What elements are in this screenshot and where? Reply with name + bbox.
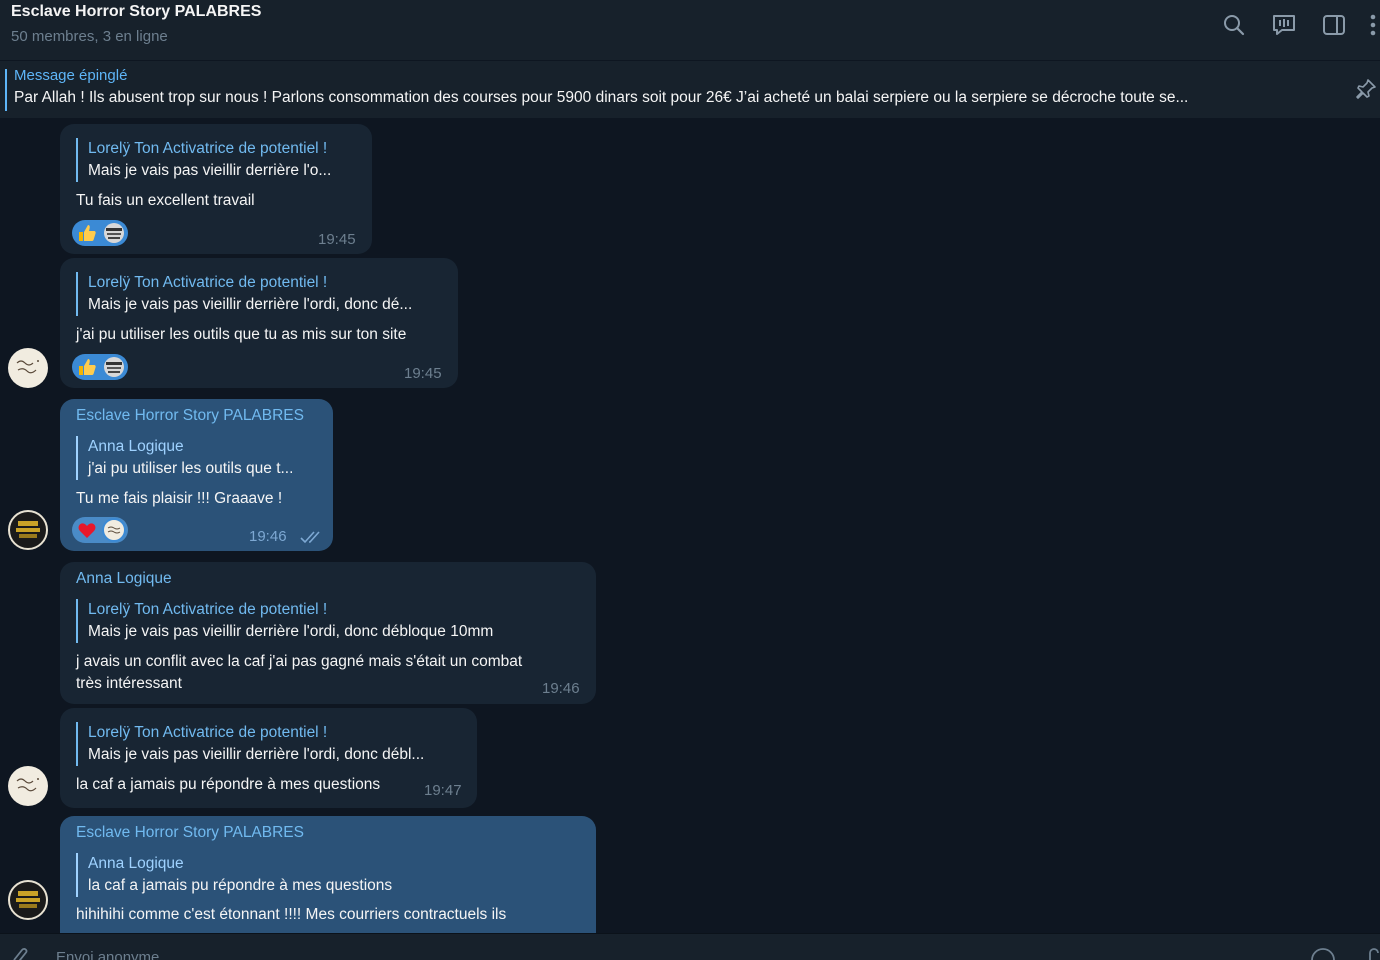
reactor-avatar [102, 518, 126, 542]
pinned-message-bar[interactable]: Message épinglé Par Allah ! Ils abusent … [0, 60, 1380, 118]
message-composer[interactable]: Envoi anonyme... [0, 933, 1380, 960]
message-time: 19:46 [542, 680, 580, 697]
message-input[interactable]: Envoi anonyme... [56, 949, 172, 960]
sender-name[interactable]: Esclave Horror Story PALABRES [76, 407, 304, 425]
reaction-chip[interactable] [72, 220, 128, 246]
avatar-image [16, 891, 40, 908]
reply-author: Lorelÿ Ton Activatrice de potentiel ! [88, 140, 328, 157]
message-text: hihihihi comme c'est étonnant !!!! Mes c… [76, 906, 507, 923]
live-chat-icon[interactable] [1271, 12, 1297, 38]
reply-quote[interactable]: Anna Logique j'ai pu utiliser les outils… [76, 436, 293, 480]
message-list[interactable]: Lorelÿ Ton Activatrice de potentiel ! Ma… [0, 118, 1380, 933]
message-time: 19:46 [249, 528, 287, 545]
reply-text: Mais je vais pas vieillir derrière l'o..… [88, 162, 332, 179]
reply-quote[interactable]: Lorelÿ Ton Activatrice de potentiel ! Ma… [76, 138, 331, 182]
message-bubble[interactable]: Anna Logique Lorelÿ Ton Activatrice de p… [60, 562, 596, 704]
reply-text: Mais je vais pas vieillir derrière l'ord… [88, 296, 413, 313]
reply-text: j'ai pu utiliser les outils que t... [88, 460, 294, 477]
avatar-anna-logique[interactable] [8, 348, 48, 388]
chat-title[interactable]: Esclave Horror Story PALABRES [11, 3, 261, 21]
reply-author: Lorelÿ Ton Activatrice de potentiel ! [88, 274, 328, 291]
member-count: 50 membres, 3 en ligne [11, 28, 168, 45]
reply-quote[interactable]: Lorelÿ Ton Activatrice de potentiel ! Ma… [76, 722, 424, 766]
pinned-text: Par Allah ! Ils abusent trop sur nous ! … [14, 89, 1189, 106]
reply-quote[interactable]: Anna Logique la caf a jamais pu répondre… [76, 853, 392, 897]
message-bubble-outgoing[interactable]: Esclave Horror Story PALABRES Anna Logiq… [60, 399, 333, 551]
reactor-avatar [102, 355, 126, 379]
heart-icon [78, 523, 96, 538]
reply-text: la caf a jamais pu répondre à mes questi… [88, 877, 393, 894]
reply-author: Lorelÿ Ton Activatrice de potentiel ! [88, 724, 328, 741]
reactor-avatar [102, 221, 126, 245]
message-text-line: j avais un conflit avec la caf j'ai pas … [76, 653, 523, 670]
message-bubble[interactable]: Lorelÿ Ton Activatrice de potentiel ! Ma… [60, 708, 477, 808]
message-time: 19:47 [424, 782, 462, 799]
pinned-label: Message épinglé [14, 67, 128, 84]
sender-name[interactable]: Anna Logique [76, 570, 172, 588]
reaction-chip[interactable] [72, 354, 128, 380]
reply-author: Lorelÿ Ton Activatrice de potentiel ! [88, 601, 328, 618]
attach-icon[interactable] [8, 946, 32, 960]
avatar-image [16, 778, 39, 792]
pinned-accent-bar [5, 69, 7, 111]
message-text: Tu fais un excellent travail [76, 192, 255, 209]
reply-author: Anna Logique [88, 438, 184, 455]
message-time: 19:45 [318, 231, 356, 248]
microphone-icon[interactable] [1366, 946, 1380, 960]
emoji-icon[interactable] [1309, 946, 1337, 960]
avatar-anna-logique[interactable] [8, 766, 48, 806]
avatar-image [16, 521, 40, 538]
more-vertical-icon[interactable] [1366, 12, 1380, 38]
avatar-palabres[interactable] [8, 880, 48, 920]
reply-text: Mais je vais pas vieillir derrière l'ord… [88, 623, 494, 640]
message-time: 19:45 [404, 365, 442, 382]
message-bubble[interactable]: Lorelÿ Ton Activatrice de potentiel ! Ma… [60, 258, 458, 388]
reply-quote[interactable]: Lorelÿ Ton Activatrice de potentiel ! Ma… [76, 272, 412, 316]
sidebar-toggle-icon[interactable] [1321, 12, 1347, 38]
reaction-chip[interactable] [72, 517, 128, 543]
chat-header[interactable]: Esclave Horror Story PALABRES 50 membres… [0, 0, 1380, 60]
reply-quote[interactable]: Lorelÿ Ton Activatrice de potentiel ! Ma… [76, 599, 493, 643]
message-bubble[interactable]: Lorelÿ Ton Activatrice de potentiel ! Ma… [60, 124, 372, 254]
thumbs-up-icon [79, 359, 96, 375]
message-text-line: très intéressant [76, 675, 182, 692]
message-text: la caf a jamais pu répondre à mes questi… [76, 776, 381, 793]
message-text: j'ai pu utiliser les outils que tu as mi… [76, 326, 407, 343]
sender-name[interactable]: Esclave Horror Story PALABRES [76, 824, 304, 842]
message-bubble-outgoing[interactable]: Esclave Horror Story PALABRES Anna Logiq… [60, 816, 596, 933]
reply-text: Mais je vais pas vieillir derrière l'ord… [88, 746, 425, 763]
avatar-palabres[interactable] [8, 510, 48, 550]
pin-icon[interactable] [1355, 78, 1377, 105]
reply-author: Anna Logique [88, 855, 184, 872]
search-icon[interactable] [1221, 12, 1247, 38]
message-text: Tu me fais plaisir !!! Graaave ! [76, 490, 283, 507]
thumbs-up-icon [79, 225, 96, 241]
avatar-image [16, 360, 39, 374]
read-checkmarks-icon [300, 531, 320, 544]
